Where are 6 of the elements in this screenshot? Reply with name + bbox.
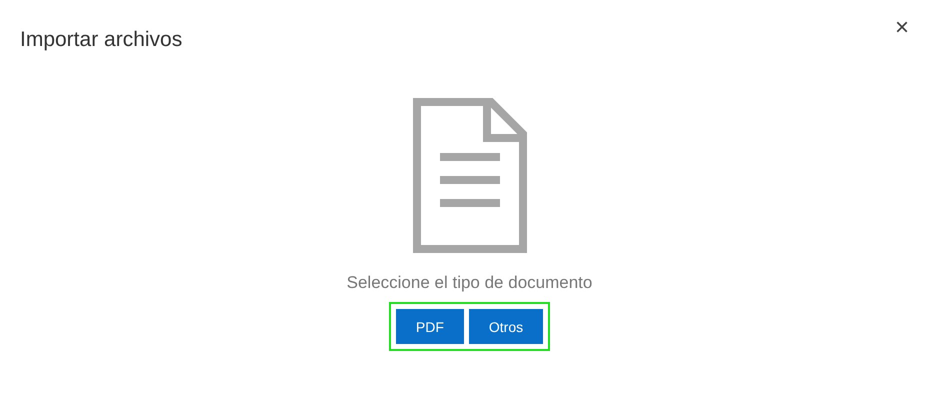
close-button[interactable]: × <box>894 16 919 40</box>
document-type-button[interactable]: Otros <box>468 309 544 344</box>
document-icon <box>412 98 526 253</box>
prompt-text: Seleccione el tipo de documento <box>346 273 592 293</box>
document-type-button[interactable]: PDF <box>396 309 464 344</box>
dialog-title: Importar archivos <box>20 28 182 52</box>
